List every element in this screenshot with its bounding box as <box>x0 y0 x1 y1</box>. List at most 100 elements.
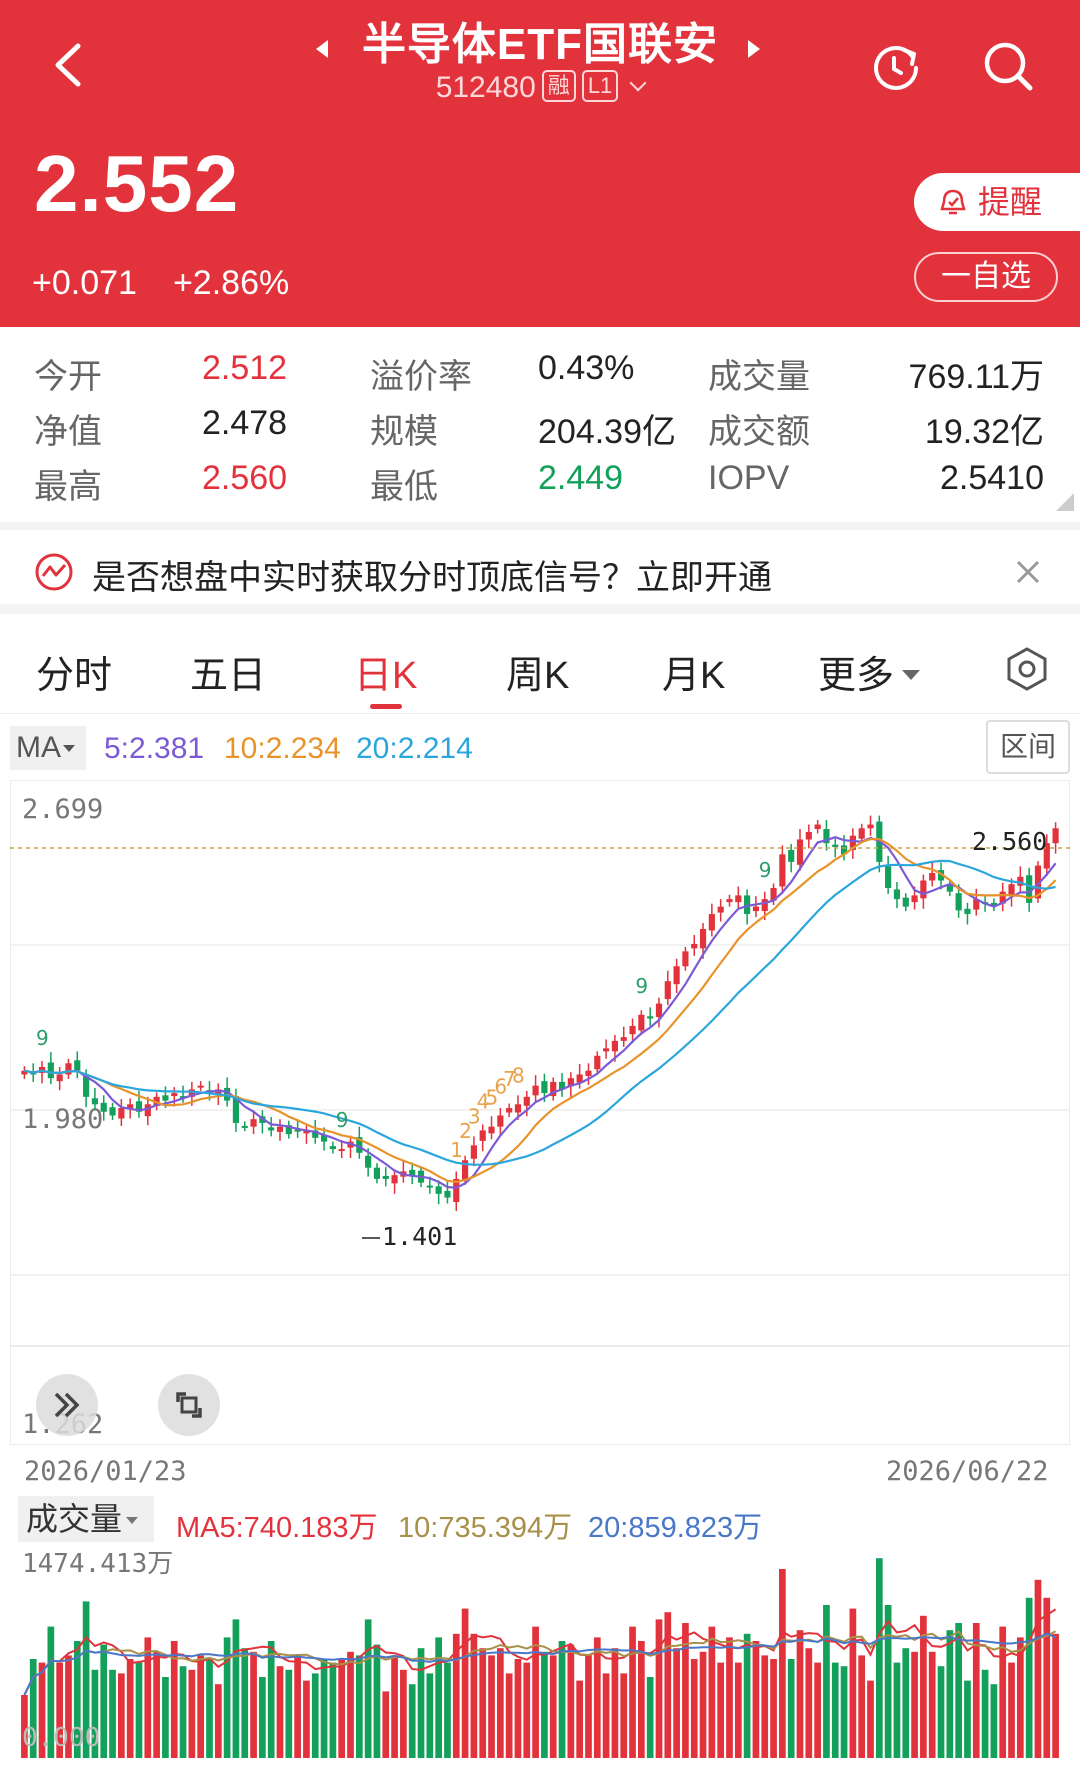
collapse-button[interactable] <box>36 1374 98 1436</box>
tab-weekly-k[interactable]: 周K <box>506 644 569 699</box>
volume-bar <box>373 1644 381 1758</box>
candle-body <box>514 1104 522 1113</box>
volume-bar <box>276 1666 284 1758</box>
volume-bar <box>417 1648 425 1758</box>
candle-body <box>329 1146 336 1150</box>
dropdown-arrow-icon <box>126 1517 139 1524</box>
y-axis-label-max: 2.699 <box>22 794 103 825</box>
candle-body <box>268 1127 275 1131</box>
remind-button[interactable]: 提醒 <box>914 173 1080 231</box>
refresh-icon[interactable] <box>868 38 924 94</box>
volume-bar <box>558 1641 566 1758</box>
volume-selector[interactable]: 成交量 <box>18 1496 154 1542</box>
volume-bar <box>232 1619 240 1758</box>
dropdown-arrow-icon <box>902 670 921 680</box>
volume-bar <box>761 1655 769 1758</box>
volume-bar <box>593 1637 601 1758</box>
volume-bar <box>629 1626 636 1758</box>
volume-bar <box>840 1666 848 1758</box>
volume-bar <box>179 1666 187 1758</box>
range-button[interactable]: 区间 <box>986 720 1070 774</box>
volume-chart[interactable]: 1474.413万 0.000 <box>10 1548 1070 1758</box>
candle-body <box>832 844 839 847</box>
chevron-down-icon <box>629 74 647 92</box>
candle-body <box>532 1085 539 1096</box>
volume-bar <box>126 1659 134 1758</box>
volume-bar <box>1025 1597 1033 1758</box>
candle-body <box>594 1055 601 1070</box>
kline-chart[interactable]: 2.699 1.980 1.262 2026/01/23 99991234567… <box>10 780 1070 1445</box>
ma-selector[interactable]: MA <box>10 726 86 770</box>
volume-bar <box>153 1651 160 1758</box>
volume-bar <box>267 1641 275 1758</box>
watchlist-button[interactable]: 一自选 <box>914 252 1058 302</box>
x-axis-date-start: 2026/01/23 <box>24 1456 187 1487</box>
volume-bar <box>814 1662 821 1758</box>
candle-body <box>902 897 909 907</box>
volume-bar <box>990 1684 998 1758</box>
candle-body <box>162 1095 169 1101</box>
remind-label: 提醒 <box>978 184 1043 220</box>
candle-body <box>638 1014 645 1031</box>
volume-bar <box>100 1644 108 1758</box>
alarm-icon <box>940 189 966 215</box>
volume-bar <box>135 1662 143 1758</box>
volume-bar <box>875 1558 883 1758</box>
candle-body <box>893 889 901 900</box>
volume-bar <box>364 1619 372 1758</box>
volume-bar <box>505 1673 513 1758</box>
open-value: 2.512 <box>202 349 288 387</box>
close-icon[interactable] <box>1012 556 1044 588</box>
vol-ma10-value: 10:735.394万 <box>398 1512 573 1544</box>
candle-body <box>603 1048 610 1052</box>
tab-daily-k[interactable]: 日K <box>354 644 417 699</box>
volume-bar <box>576 1680 584 1758</box>
volume-bar <box>831 1662 839 1758</box>
candle-body <box>867 824 874 829</box>
ma20-value: 20:2.214 <box>356 732 473 765</box>
tab-more[interactable]: 更多 <box>818 644 921 699</box>
volume-bar <box>541 1651 548 1758</box>
volume-bar <box>435 1637 442 1758</box>
scale-value: 204.39亿 <box>538 413 676 451</box>
candle-body <box>885 866 892 888</box>
volume-bar <box>355 1655 363 1758</box>
next-stock-arrow-icon[interactable] <box>748 40 760 58</box>
search-icon[interactable] <box>980 38 1036 94</box>
candle-body <box>118 1108 125 1119</box>
price-change: +0.071 +2.86% <box>32 264 289 303</box>
seq-mark: 9 <box>36 1026 49 1050</box>
volume-bar <box>655 1619 663 1758</box>
tab-monthly-k[interactable]: 月K <box>662 644 725 699</box>
volume-bar <box>1052 1633 1059 1758</box>
volume-value: 769.11万 <box>908 358 1044 396</box>
signal-banner[interactable]: 是否想盘中实时获取分时顶底信号？立即开通 <box>0 522 1080 614</box>
quote-panel: 今开 2.512 溢价率 0.43% 成交量 769.11万 净值 2.478 … <box>0 327 1080 517</box>
volume-bar <box>118 1673 125 1758</box>
period-tabs: 分时 五日 日K 周K 月K 更多 <box>0 622 1080 714</box>
expand-corner-icon[interactable] <box>1056 493 1074 511</box>
volume-bar <box>849 1608 857 1758</box>
tab-intraday[interactable]: 分时 <box>36 644 112 699</box>
candle-body <box>955 893 962 911</box>
stock-code: 512480 <box>435 71 536 104</box>
seq-mark: 8 <box>512 1063 525 1087</box>
volume-bar <box>717 1662 725 1758</box>
change-value: +0.071 <box>32 264 137 302</box>
vol-ma10-line <box>23 1629 1057 1696</box>
settings-icon[interactable] <box>1004 646 1050 692</box>
ma-selector-label: MA <box>16 731 61 764</box>
candle-body <box>109 1107 116 1116</box>
y-axis-label-mid: 1.980 <box>22 1104 103 1135</box>
premium-value: 0.43% <box>538 349 635 387</box>
candle-body <box>276 1126 284 1132</box>
volume-bar <box>1008 1662 1015 1758</box>
volume-bar <box>620 1673 628 1758</box>
tab-five-day[interactable]: 五日 <box>190 644 266 699</box>
volume-bar <box>779 1569 786 1758</box>
volume-bar <box>937 1666 945 1758</box>
candle-body <box>171 1093 178 1097</box>
fullscreen-button[interactable] <box>158 1374 220 1436</box>
candle-body <box>779 854 786 887</box>
volume-bar <box>382 1691 390 1758</box>
